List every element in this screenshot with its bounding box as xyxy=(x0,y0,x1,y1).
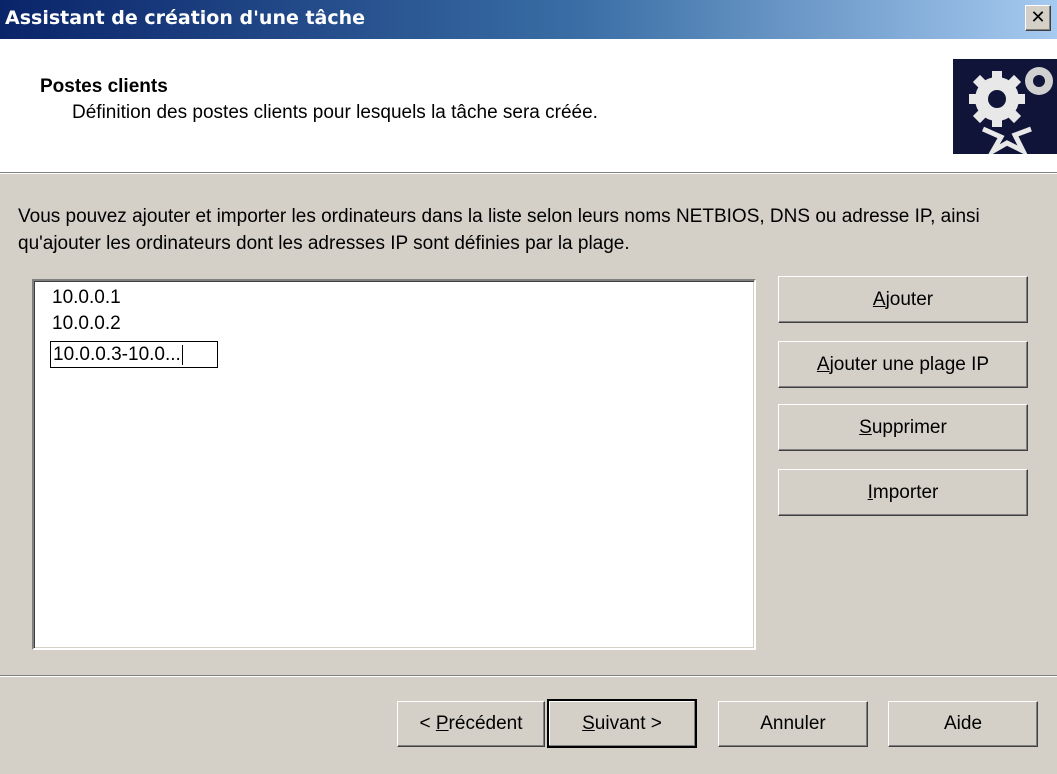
cancel-button-label: Annuler xyxy=(760,713,826,734)
window-title: Assistant de création d'une tâche xyxy=(5,7,366,29)
add-button-label: jouter xyxy=(885,288,934,310)
back-button[interactable]: < Précédent xyxy=(397,701,545,747)
import-button[interactable]: Importer xyxy=(778,469,1028,516)
text-caret xyxy=(181,344,183,365)
add-button-mnemonic: A xyxy=(872,288,886,310)
client-list[interactable]: 10.0.0.1 10.0.0.2 10.0.0.3-10.0... xyxy=(32,279,756,650)
list-item[interactable]: 10.0.0.1 xyxy=(52,287,121,309)
delete-button-label: upprimer xyxy=(871,416,947,438)
next-button-mnemonic: S xyxy=(582,712,595,734)
next-button[interactable]: Suivant > xyxy=(547,699,697,748)
add-ip-range-button[interactable]: Ajouter une plage IP xyxy=(778,341,1028,388)
delete-button[interactable]: Supprimer xyxy=(778,404,1028,451)
add-ip-range-label: jouter une plage IP xyxy=(829,353,990,375)
page-subtitle: Définition des postes clients pour lesqu… xyxy=(72,102,598,123)
close-button[interactable]: ✕ xyxy=(1025,5,1051,31)
gears-icon xyxy=(953,59,1057,154)
close-icon: ✕ xyxy=(1030,7,1046,28)
add-ip-range-mnemonic: A xyxy=(816,353,830,375)
title-bar: Assistant de création d'une tâche ✕ xyxy=(0,0,1057,39)
add-button[interactable]: Ajouter xyxy=(778,276,1028,323)
help-button[interactable]: Aide xyxy=(888,701,1038,747)
wizard-header: Postes clients Définition des postes cli… xyxy=(0,39,1057,173)
instructions-text: Vous pouvez ajouter et importer les ordi… xyxy=(18,206,980,254)
back-button-prefix: < xyxy=(419,713,436,734)
list-item-edit-field[interactable]: 10.0.0.3-10.0... xyxy=(50,341,218,368)
list-item[interactable]: 10.0.0.2 xyxy=(52,313,121,335)
next-button-label: uivant > xyxy=(594,712,662,734)
delete-button-mnemonic: S xyxy=(859,416,872,438)
import-button-label: mporter xyxy=(872,481,939,503)
cancel-button[interactable]: Annuler xyxy=(718,701,868,747)
page-title: Postes clients xyxy=(40,76,168,97)
help-button-label: Aide xyxy=(943,713,983,734)
back-button-label: récédent xyxy=(448,713,523,734)
edit-field-value: 10.0.0.3-10.0... xyxy=(53,344,181,365)
back-button-mnemonic: P xyxy=(435,713,449,734)
footer-divider xyxy=(0,675,1057,677)
